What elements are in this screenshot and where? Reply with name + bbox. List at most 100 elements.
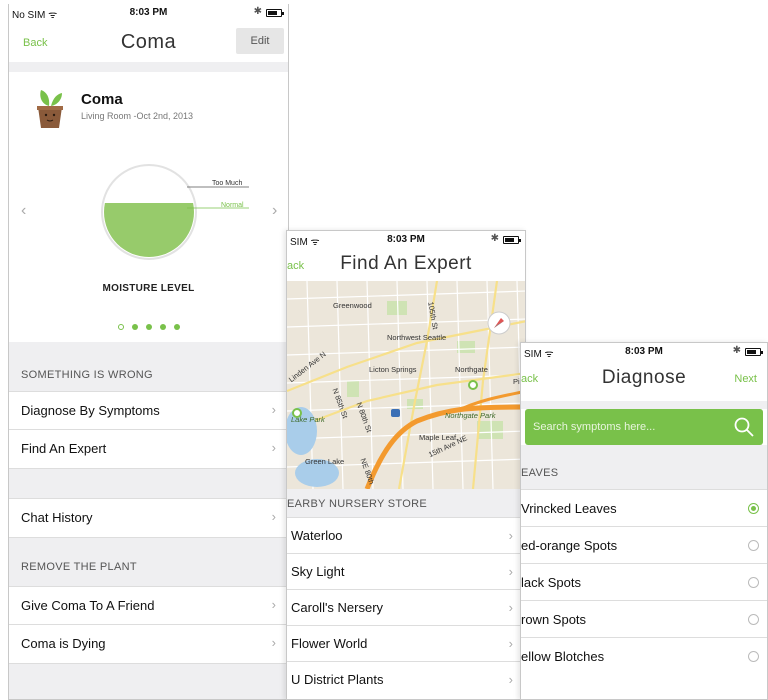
nav-bar: Back Coma Edit (9, 22, 288, 62)
map-label: Northgate Park (445, 411, 496, 420)
map-view[interactable]: Greenwood 105th St Northwest Seattle Linden… (287, 281, 525, 489)
radio-button[interactable] (748, 540, 759, 551)
row-chat-history[interactable]: Chat History › (9, 498, 288, 538)
row-label: Chat History (21, 510, 93, 525)
edit-button[interactable]: Edit (236, 28, 284, 54)
search-icon[interactable] (733, 416, 755, 438)
map-label: Greenwood (333, 301, 372, 310)
status-time: 8:03 PM (387, 234, 425, 245)
row-diagnose-by-symptoms[interactable]: Diagnose By Symptoms › (9, 391, 288, 429)
row-label: Diagnose By Symptoms (21, 403, 160, 418)
diagnose-screen: SIM ᯤ 8:03 PM ✱ ack Diagnose Next Search… (520, 342, 768, 700)
map-label: N 80th St (354, 401, 374, 434)
map-label: Lake Park (291, 415, 325, 424)
status-time: 8:03 PM (129, 7, 168, 18)
nav-bar: ack Diagnose Next (521, 361, 767, 401)
map-label: Northgate (455, 365, 488, 374)
chevron-right-icon: › (508, 672, 513, 687)
map-label: Green Lake (305, 457, 345, 466)
nav-bar: ack Find An Expert (287, 245, 525, 281)
store-name: Waterloo (291, 528, 343, 543)
battery-icon (745, 348, 763, 356)
row-give-to-friend[interactable]: Give Coma To A Friend › (9, 586, 288, 624)
page-title: Find An Expert (340, 253, 472, 274)
chevron-right-icon: › (271, 509, 276, 524)
symptom-label: rown Spots (521, 612, 587, 627)
store-row[interactable]: Sky Light › (287, 553, 525, 589)
chevron-right-icon[interactable]: › (272, 202, 277, 220)
section-spacer (9, 469, 288, 498)
plant-detail-screen: No SIM ᯤ 8:03 PM ✱ Back Coma Edit Coma L… (8, 4, 289, 700)
symptom-label: Vrincked Leaves (521, 501, 617, 516)
map-label: Licton Springs (369, 365, 417, 374)
page-dot[interactable] (131, 324, 138, 330)
row-label: Find An Expert (21, 441, 107, 456)
map-labels: Greenwood 105th St Northwest Seattle Linden… (287, 281, 525, 489)
store-row[interactable]: Caroll's Nersery › (287, 589, 525, 625)
page-title: Diagnose (601, 367, 687, 388)
header-divider (521, 401, 767, 409)
store-row[interactable]: U District Plants › (287, 661, 525, 697)
store-row[interactable]: Waterloo › (287, 517, 525, 553)
map-label: 105th St (426, 301, 440, 331)
store-row[interactable]: Flower World › (287, 625, 525, 661)
map-label: N 85th St (330, 387, 350, 420)
row-find-an-expert[interactable]: Find An Expert › (9, 429, 288, 469)
store-name: Flower World (291, 636, 368, 651)
symptom-row[interactable]: rown Spots (521, 600, 767, 637)
chevron-right-icon: › (508, 564, 513, 579)
symptom-label: lack Spots (521, 575, 581, 590)
store-name: Sky Light (291, 564, 345, 579)
header-divider (9, 62, 288, 72)
chevron-right-icon: › (508, 528, 513, 543)
moisture-level-label: MOISTURE LEVEL (102, 283, 195, 294)
row-label: Coma is Dying (21, 636, 106, 651)
section-header-something-wrong: SOMETHING IS WRONG (9, 342, 288, 394)
store-name: Caroll's Nersery (291, 600, 384, 615)
battery-icon (266, 9, 284, 17)
chevron-right-icon: › (508, 600, 513, 615)
symptom-row[interactable]: ed-orange Spots (521, 526, 767, 563)
page-dot[interactable] (145, 324, 152, 330)
plant-subtitle: Living Room -Oct 2nd, 2013 (81, 111, 194, 121)
map-label: NE 80th (358, 457, 377, 486)
bluetooth-icon: ✱ (490, 233, 499, 244)
row-coma-is-dying[interactable]: Coma is Dying › (9, 624, 288, 664)
section-header-leaves: EAVES (521, 467, 559, 479)
search-bar[interactable]: Search symptoms here... (525, 409, 763, 445)
page-dot[interactable] (173, 324, 180, 330)
page-indicator (9, 317, 288, 335)
page-dot[interactable] (117, 324, 124, 330)
status-bar: No SIM ᯤ 8:03 PM ✱ (9, 4, 288, 22)
chevron-left-icon[interactable]: ‹ (21, 202, 26, 220)
chevron-right-icon: › (271, 635, 276, 650)
map-label: Linden Ave N (287, 349, 328, 385)
store-name: U District Plants (291, 672, 384, 687)
radio-button[interactable] (748, 651, 759, 662)
map-label: Northwest Seattle (387, 333, 447, 342)
radio-button[interactable] (748, 577, 759, 588)
symptom-row[interactable]: ellow Blotches (521, 637, 767, 674)
bottom-spacer (9, 664, 288, 699)
section-header-remove-plant: REMOVE THE PLANT (9, 538, 288, 586)
page-dot[interactable] (159, 324, 166, 330)
next-button[interactable]: Next (734, 373, 757, 385)
status-bar: SIM ᯤ 8:03 PM ✱ (521, 343, 767, 361)
plant-pot-icon (37, 90, 63, 128)
gauge-normal-label: Normal (221, 202, 244, 209)
gauge-fill (104, 203, 194, 257)
gauge-too-much-label: Too Much (212, 180, 243, 187)
chevron-right-icon: › (271, 597, 276, 612)
symptom-row[interactable]: lack Spots (521, 563, 767, 600)
section-header-nearby-stores: EARBY NURSERY STORE (287, 489, 525, 517)
status-time: 8:03 PM (625, 346, 663, 357)
search-input[interactable]: Search symptoms here... (533, 421, 655, 433)
battery-icon (503, 236, 521, 244)
symptom-row[interactable]: Vrincked Leaves (521, 489, 767, 526)
chevron-right-icon: › (271, 402, 276, 417)
plant-name: Coma (81, 91, 123, 108)
radio-button[interactable] (748, 503, 759, 514)
radio-button[interactable] (748, 614, 759, 625)
bluetooth-icon: ✱ (732, 345, 741, 356)
moisture-gauge (101, 164, 197, 260)
